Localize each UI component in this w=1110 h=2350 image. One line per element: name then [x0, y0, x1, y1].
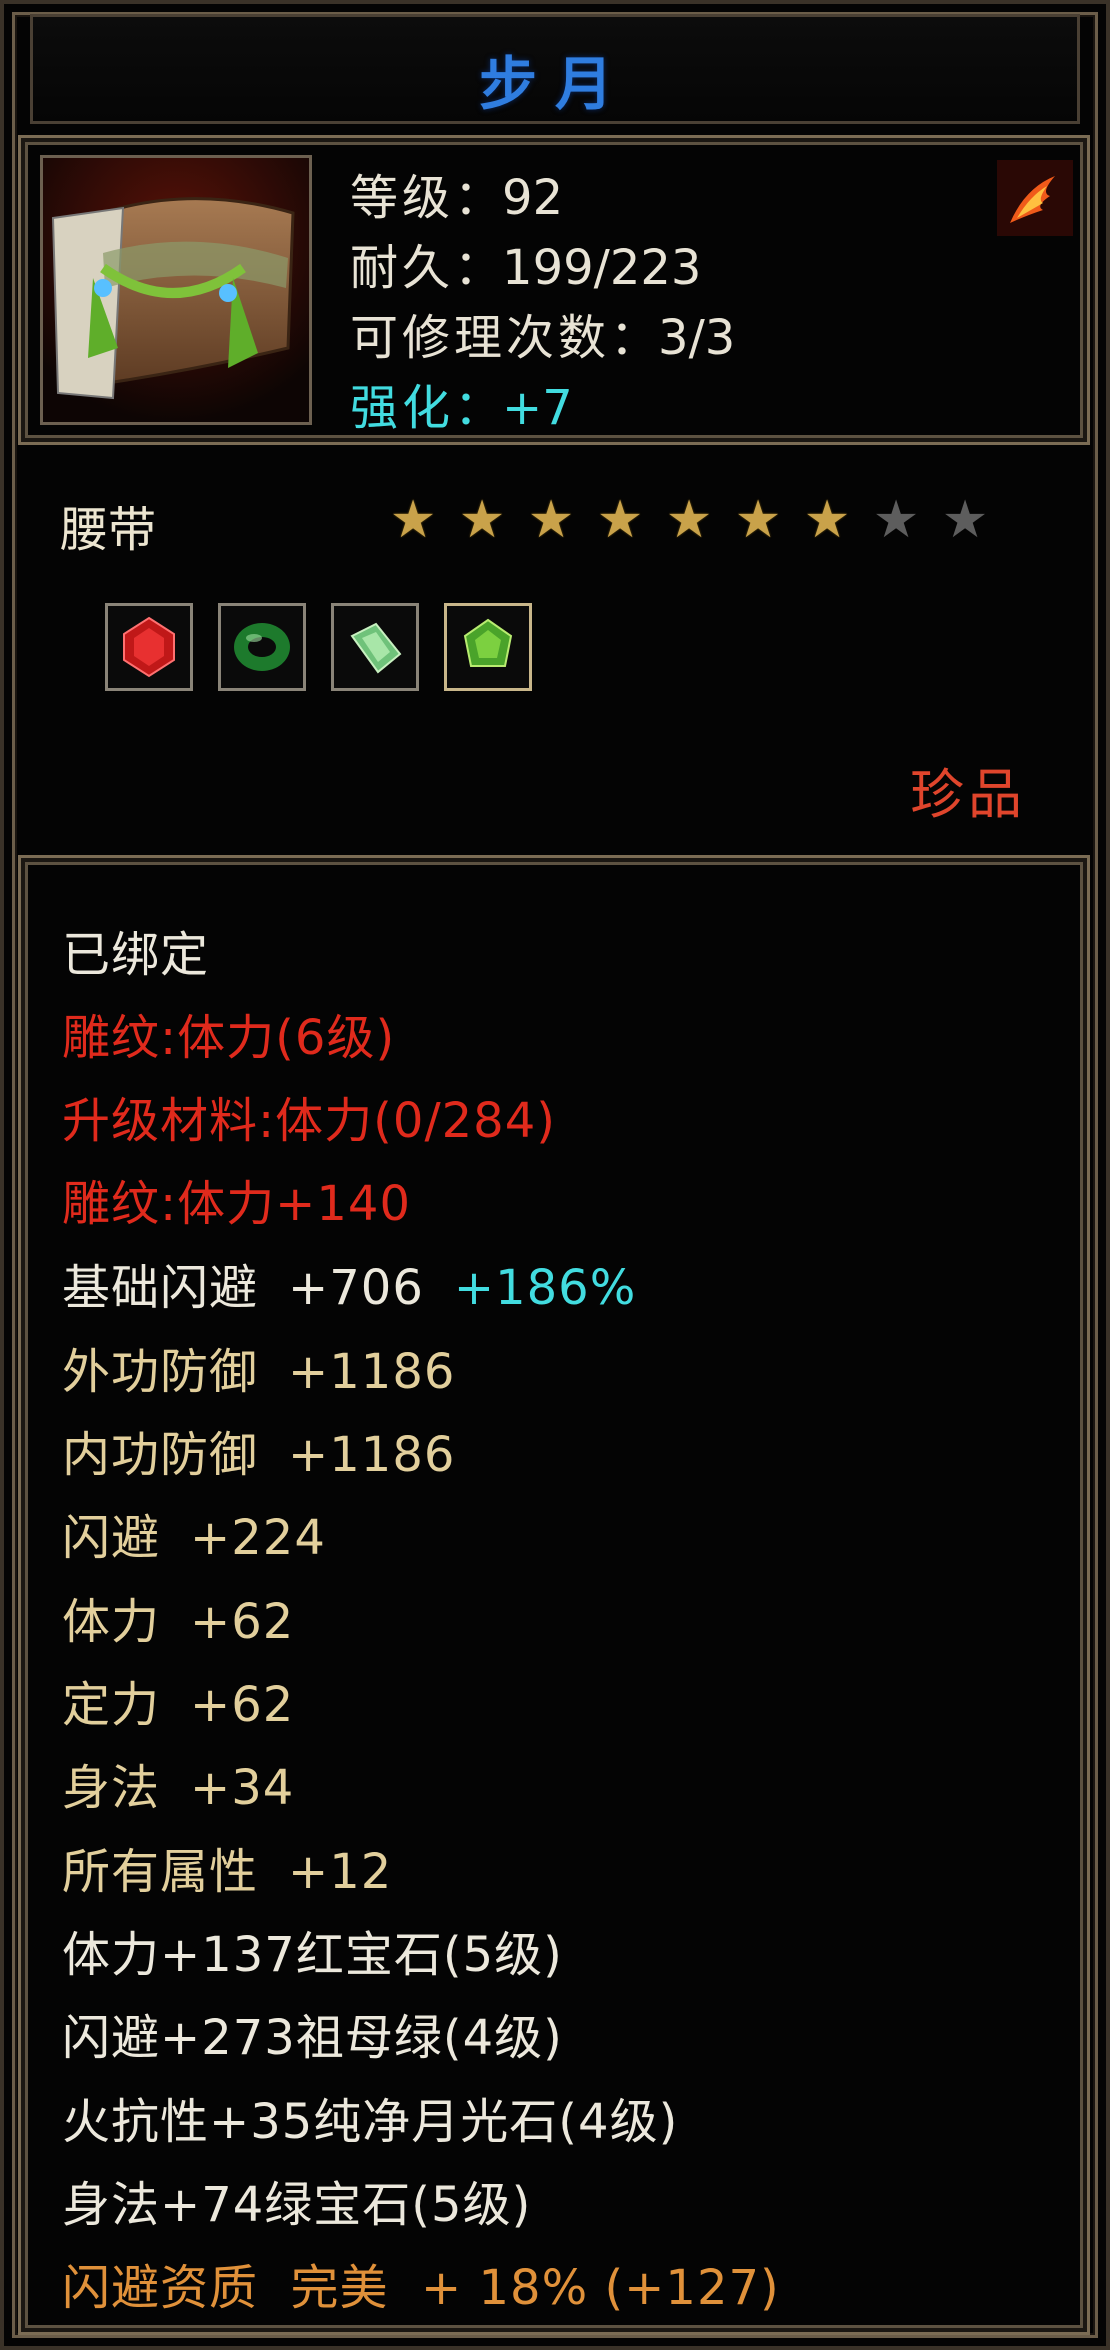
green-gem-icon[interactable]: [444, 603, 532, 691]
dodge-quality-row: 闪避资质 完美 + 18% (+127): [62, 2260, 780, 2316]
emerald-ring-icon[interactable]: [218, 603, 306, 691]
internal-defense-row: 内功防御 +1186: [62, 1427, 456, 1483]
durability-stat: 耐久：199/223: [350, 240, 702, 296]
bound-status: 已绑定: [62, 927, 210, 983]
dodge-row: 闪避 +224: [62, 1510, 326, 1566]
focus-row: 定力 +62: [62, 1677, 295, 1733]
item-title: 步月: [478, 50, 631, 118]
star-filled-icon: ★: [458, 490, 506, 550]
enhance-stat: 强化：+7: [350, 380, 573, 436]
gem-sockets: [105, 603, 532, 691]
stamina-row: 体力 +62: [62, 1594, 295, 1650]
star-filled-icon: ★: [803, 490, 851, 550]
star-filled-icon: ★: [596, 490, 644, 550]
all-attributes-row: 所有属性 +12: [62, 1844, 393, 1900]
carving-level: 雕纹:体力(6级): [62, 1010, 396, 1066]
belt-item-icon: [40, 155, 312, 425]
base-dodge-row: 基础闪避 +706 +186%: [62, 1260, 637, 1316]
gem-bonus-moonstone: 火抗性+35纯净月光石(4级): [62, 2094, 679, 2150]
item-category: 腰带: [60, 502, 157, 558]
gem-bonus-emerald: 闪避+273祖母绿(4级): [62, 2010, 563, 2066]
external-defense-row: 外功防御 +1186: [62, 1344, 456, 1400]
rarity-label: 珍品: [910, 763, 1026, 826]
gem-bonus-ruby: 体力+137红宝石(5级): [62, 1927, 563, 1983]
star-empty-icon: ★: [941, 490, 989, 550]
carving-bonus: 雕纹:体力+140: [62, 1176, 412, 1232]
star-filled-icon: ★: [734, 490, 782, 550]
star-empty-icon: ★: [872, 490, 920, 550]
ruby-icon[interactable]: [105, 603, 193, 691]
title-bar: 步月: [30, 14, 1080, 124]
star-filled-icon: ★: [527, 490, 575, 550]
moonstone-icon[interactable]: [331, 603, 419, 691]
flame-badge-icon: [995, 158, 1075, 238]
upgrade-material: 升级材料:体力(0/284): [62, 1093, 556, 1149]
agility-row: 身法 +34: [62, 1760, 295, 1816]
repair-count-stat: 可修理次数：3/3: [350, 310, 736, 366]
gem-bonus-green: 身法+74绿宝石(5级): [62, 2177, 532, 2233]
star-filled-icon: ★: [665, 490, 713, 550]
star-filled-icon: ★: [389, 490, 437, 550]
star-rating: ★ ★ ★ ★ ★ ★ ★ ★ ★: [388, 490, 990, 550]
level-stat: 等级：92: [350, 170, 564, 226]
